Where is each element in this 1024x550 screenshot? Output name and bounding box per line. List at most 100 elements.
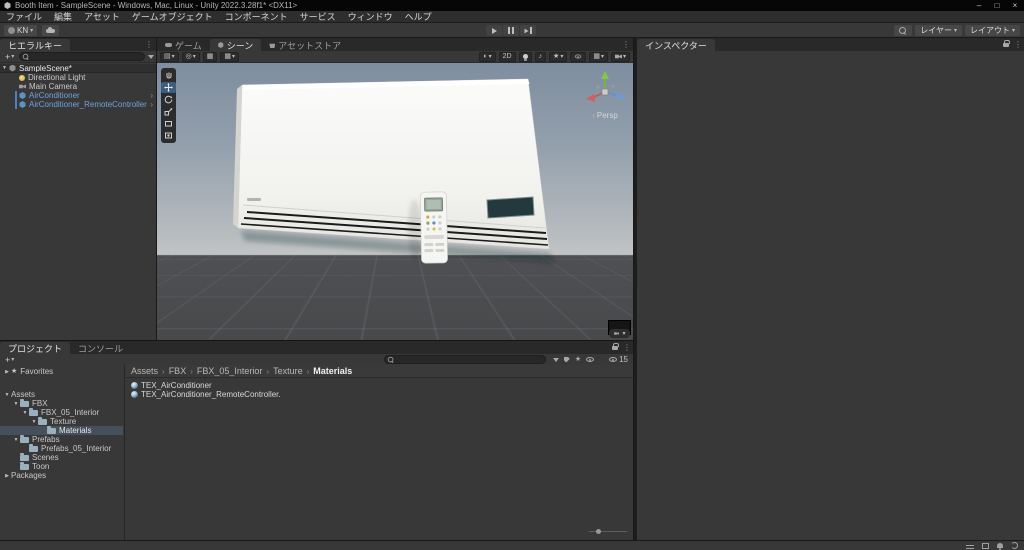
breadcrumb-assets[interactable]: Assets: [131, 366, 158, 376]
view-tool-button[interactable]: [161, 70, 176, 81]
menu-window[interactable]: ウィンドウ: [342, 11, 399, 23]
scene-camera-dropdown[interactable]: ▾: [610, 51, 630, 62]
tree-item-texture[interactable]: ▼ Texture: [0, 417, 123, 426]
hierarchy-search-input[interactable]: [30, 53, 145, 60]
save-search-icon[interactable]: ★: [575, 356, 581, 363]
2d-toggle-button[interactable]: 2D: [498, 51, 516, 62]
tree-item-scenes[interactable]: Scenes: [0, 453, 123, 462]
tree-item-favorites[interactable]: ▶ ★ Favorites: [0, 367, 123, 376]
rect-tool-button[interactable]: [161, 118, 176, 129]
tab-console[interactable]: コンソール: [70, 342, 131, 354]
breadcrumb-texture[interactable]: Texture: [273, 366, 303, 376]
account-dropdown[interactable]: KN ▾: [4, 25, 38, 36]
hierarchy-filter-icon[interactable]: [148, 54, 155, 59]
visibility-icon[interactable]: [586, 357, 595, 362]
step-button[interactable]: [520, 25, 536, 36]
notification-bell-icon[interactable]: [997, 543, 1003, 550]
tree-item-packages[interactable]: ▶ Packages: [0, 471, 123, 480]
cloud-services-button[interactable]: [42, 25, 59, 36]
close-button[interactable]: ×: [1006, 0, 1024, 11]
collapse-closed-icon[interactable]: ▶: [3, 473, 11, 479]
prefab-open-chevron-icon[interactable]: ›: [150, 100, 153, 109]
snap-toggle-button[interactable]: ▦: [202, 51, 218, 62]
hierarchy-scene-row[interactable]: ▼ SampleScene*: [0, 64, 156, 73]
gizmos-dropdown[interactable]: ▦ ▾: [589, 51, 608, 62]
project-menu-kebab-icon[interactable]: ⋮: [623, 343, 631, 352]
scale-tool-button[interactable]: [161, 106, 176, 117]
activity-spinner-icon[interactable]: [1011, 542, 1018, 549]
tree-item-prefabs-05-interior[interactable]: Prefabs_05_Interior: [0, 444, 123, 453]
tab-scene[interactable]: シーン: [209, 39, 262, 51]
hierarchy-search-field[interactable]: [19, 52, 146, 61]
package-status-icon[interactable]: [982, 542, 989, 549]
menu-file[interactable]: ファイル: [0, 11, 48, 23]
scene-camera-settings-button[interactable]: ▾: [609, 329, 630, 338]
move-tool-button[interactable]: [161, 82, 176, 93]
rotate-tool-button[interactable]: [161, 94, 176, 105]
transform-tool-button[interactable]: [161, 130, 176, 141]
console-status-icon[interactable]: [966, 542, 974, 549]
scene-viewport[interactable]: ‹ Persp ▾: [157, 63, 633, 340]
layout-dropdown[interactable]: レイアウト ▾: [964, 25, 1020, 36]
hierarchy-item-airconditioner-remotecontroller[interactable]: AirConditioner_RemoteController ›: [0, 100, 156, 109]
search-everything-button[interactable]: [894, 25, 913, 36]
menu-assets[interactable]: アセット: [78, 11, 126, 23]
slider-knob[interactable]: [596, 529, 601, 534]
inspector-menu-kebab-icon[interactable]: ⋮: [1014, 40, 1022, 49]
project-search-input[interactable]: [394, 356, 545, 363]
draw-mode-dropdown[interactable]: ◐ ▾: [479, 51, 496, 62]
scene-menu-kebab-icon[interactable]: ⋮: [622, 38, 630, 51]
tool-settings-dropdown[interactable]: ▤ ▾: [160, 51, 179, 62]
pause-button[interactable]: [503, 25, 519, 36]
hierarchy-item-airconditioner[interactable]: AirConditioner ›: [0, 91, 156, 100]
project-create-button[interactable]: + ▾: [3, 355, 16, 365]
breadcrumb-fbx-05-interior[interactable]: FBX_05_Interior: [197, 366, 263, 376]
minimize-button[interactable]: –: [970, 0, 988, 11]
search-by-label-icon[interactable]: [563, 356, 570, 363]
collapse-open-icon[interactable]: ▼: [21, 410, 29, 416]
asset-item-tex-airconditioner[interactable]: TEX_AirConditioner: [131, 381, 627, 390]
tree-item-fbx[interactable]: ▼ FBX: [0, 399, 123, 408]
menu-component[interactable]: コンポーネント: [219, 11, 294, 23]
search-by-type-icon[interactable]: [552, 357, 559, 362]
tree-item-materials[interactable]: Materials: [0, 426, 123, 435]
grid-visibility-dropdown[interactable]: ▦ ▾: [220, 51, 240, 62]
hierarchy-item-main-camera[interactable]: Main Camera: [0, 82, 156, 91]
menu-help[interactable]: ヘルプ: [399, 11, 438, 23]
tree-item-assets[interactable]: ▼ Assets: [0, 390, 123, 399]
scene-visibility-toggle[interactable]: [570, 51, 587, 62]
collapse-closed-icon[interactable]: ▶: [3, 369, 11, 375]
hierarchy-menu-kebab-icon[interactable]: ⋮: [145, 38, 153, 51]
project-lock-icon[interactable]: [612, 342, 619, 350]
play-button[interactable]: [486, 25, 502, 36]
tab-asset-store[interactable]: アセットストア: [261, 39, 349, 51]
prefab-open-chevron-icon[interactable]: ›: [150, 91, 153, 100]
tree-item-fbx-05-interior[interactable]: ▼ FBX_05_Interior: [0, 408, 123, 417]
icon-size-slider[interactable]: [589, 528, 627, 535]
tab-hierarchy[interactable]: ヒエラルキー: [0, 39, 71, 51]
hidden-packages-counter[interactable]: 15: [609, 355, 628, 364]
scene-orientation-gizmo[interactable]: [582, 67, 628, 113]
pivot-dropdown[interactable]: ◎ ▾: [181, 51, 200, 62]
collapse-open-icon[interactable]: ▼: [12, 401, 20, 407]
maximize-button[interactable]: □: [988, 0, 1006, 11]
project-search-field[interactable]: [383, 355, 546, 364]
menu-services[interactable]: サービス: [294, 11, 342, 23]
scene-lighting-toggle[interactable]: [518, 51, 532, 62]
tab-game[interactable]: ゲーム: [157, 39, 210, 51]
layers-dropdown[interactable]: レイヤー ▾: [915, 25, 962, 36]
scene-audio-toggle[interactable]: ♪: [534, 51, 547, 62]
hierarchy-item-directional-light[interactable]: Directional Light: [0, 73, 156, 82]
tab-inspector[interactable]: インスペクター: [637, 39, 715, 51]
collapse-open-icon[interactable]: ▼: [30, 419, 38, 425]
asset-item-tex-airconditioner-remotecontroller[interactable]: TEX_AirConditioner_RemoteController.: [131, 390, 627, 399]
scene-3d-content[interactable]: [157, 63, 633, 340]
menu-edit[interactable]: 編集: [48, 11, 78, 23]
collapse-open-icon[interactable]: ▼: [12, 437, 20, 443]
hierarchy-create-button[interactable]: + ▾: [3, 52, 16, 62]
tree-item-toon[interactable]: Toon: [0, 462, 123, 471]
collapse-open-icon[interactable]: ▼: [0, 65, 9, 71]
effects-dropdown[interactable]: ★ ▾: [549, 51, 568, 62]
inspector-lock-icon[interactable]: [1003, 39, 1010, 47]
breadcrumb-materials[interactable]: Materials: [313, 366, 352, 376]
